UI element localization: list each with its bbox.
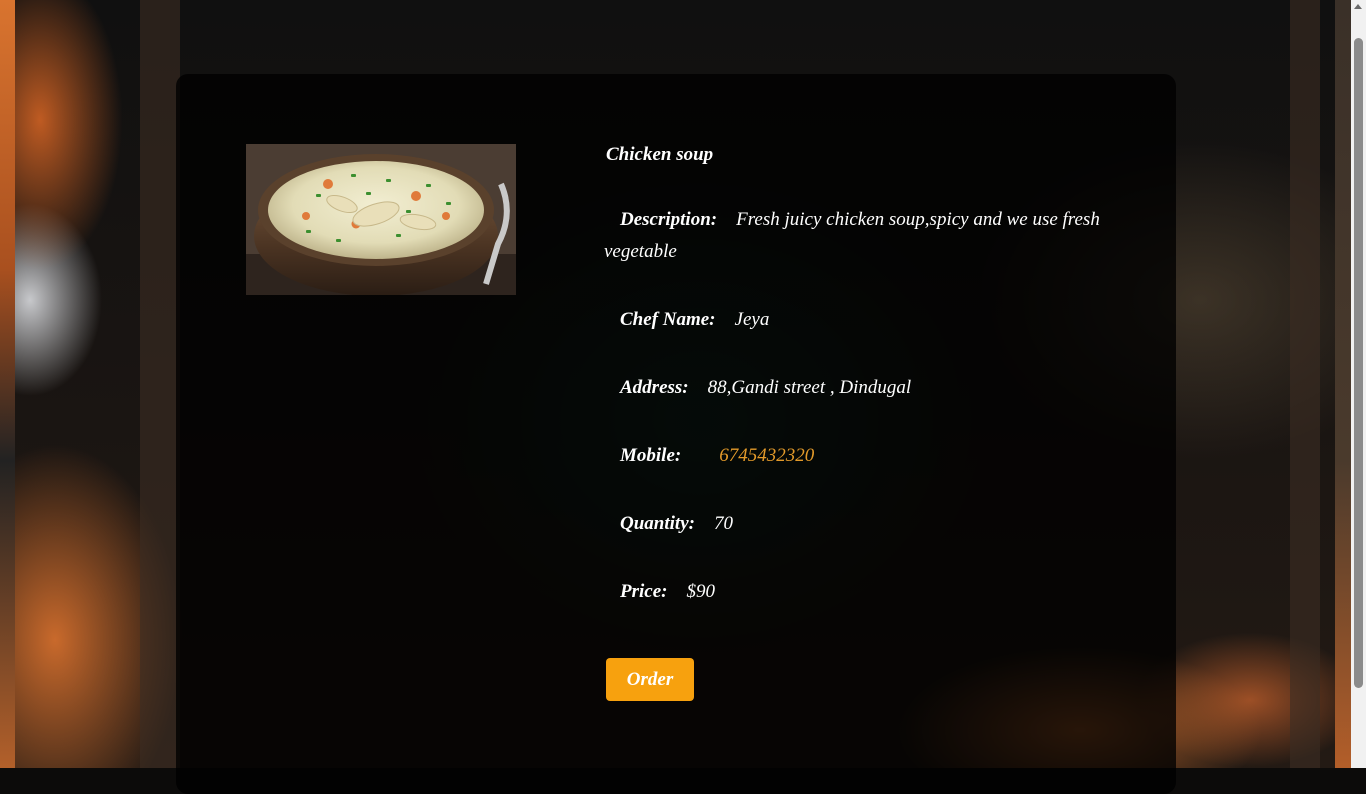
mobile-value: 6745432320 [719, 445, 815, 466]
background-right-edge [1335, 0, 1351, 768]
chef-value: Jeya [734, 309, 770, 330]
address-value: 88,Gandi street , Dindugal [707, 377, 912, 398]
chef-label: Chef Name: [620, 309, 716, 330]
scrollbar-thumb[interactable] [1354, 38, 1363, 688]
mobile-label: Mobile: [620, 445, 682, 466]
address-label: Address: [620, 377, 689, 398]
price-label: Price: [620, 581, 668, 602]
product-title: Chicken soup [606, 144, 714, 165]
background-window-edge [0, 0, 15, 768]
background-pillar [140, 0, 180, 768]
food-image [246, 144, 516, 295]
quantity-label: Quantity: [620, 513, 695, 534]
description-row: Description: Fresh juicy chicken soup,sp… [604, 204, 1104, 268]
chef-row: Chef Name: Jeya [620, 304, 769, 336]
background-pillar [1290, 0, 1320, 768]
scroll-up-arrow-icon[interactable] [1354, 4, 1362, 9]
address-row: Address: 88,Gandi street , Dindugal [620, 372, 911, 404]
mobile-row: Mobile: 6745432320 [620, 440, 814, 472]
vertical-scrollbar[interactable] [1351, 0, 1366, 768]
product-details: Chicken soup Description: Fresh juicy ch… [604, 140, 1124, 602]
price-row: Price: $90 [620, 576, 715, 608]
order-button[interactable]: Order [606, 658, 694, 701]
soup-bowl-illustration [246, 144, 516, 295]
quantity-row: Quantity: 70 [620, 508, 733, 540]
price-value: $90 [686, 581, 715, 602]
quantity-value: 70 [713, 513, 733, 534]
description-label: Description: [620, 209, 718, 230]
